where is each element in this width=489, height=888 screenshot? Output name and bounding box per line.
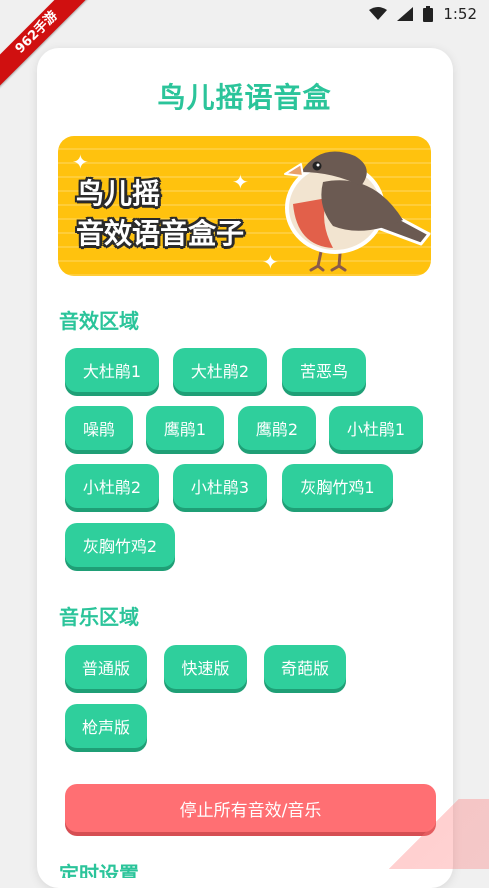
sound-button[interactable]: 小杜鹃3: [173, 464, 267, 508]
sound-section-title: 音效区域: [59, 309, 139, 333]
sound-button[interactable]: 小杜鹃1: [329, 406, 423, 450]
music-button[interactable]: 枪声版: [65, 704, 147, 748]
sparkle-icon: ✦: [232, 170, 249, 194]
music-button[interactable]: 快速版: [164, 645, 247, 689]
wifi-icon: [369, 7, 388, 21]
sound-button[interactable]: 噪鹃: [65, 406, 133, 450]
sound-button[interactable]: 灰胸竹鸡1: [282, 464, 393, 508]
music-button[interactable]: 普通版: [65, 645, 147, 689]
bird-icon: [284, 151, 431, 272]
signal-icon: [397, 7, 414, 21]
watermark: [359, 799, 489, 869]
sparkle-icon: ✦: [72, 150, 89, 174]
battery-icon: [423, 6, 434, 22]
sound-button[interactable]: 小杜鹃2: [65, 464, 159, 508]
timer-section-title: 定时设置: [59, 862, 139, 878]
sound-button[interactable]: 鹰鹃1: [146, 406, 224, 450]
status-time: 1:52: [443, 5, 477, 23]
music-button[interactable]: 奇葩版: [264, 645, 346, 689]
sound-button[interactable]: 灰胸竹鸡2: [65, 523, 175, 567]
banner: ✦ ✦ ✦ 鸟儿摇 音效语音盒子: [58, 136, 431, 276]
page-title: 鸟儿摇语音盒: [157, 81, 332, 114]
music-section-title: 音乐区域: [59, 605, 139, 629]
sound-button[interactable]: 大杜鹃2: [173, 348, 267, 392]
banner-line1: 鸟儿摇: [76, 177, 161, 210]
sound-button[interactable]: 苦恶鸟: [282, 348, 366, 392]
banner-line2: 音效语音盒子: [76, 217, 245, 250]
sound-button[interactable]: 鹰鹃2: [238, 406, 316, 450]
sound-button[interactable]: 大杜鹃1: [65, 348, 159, 392]
